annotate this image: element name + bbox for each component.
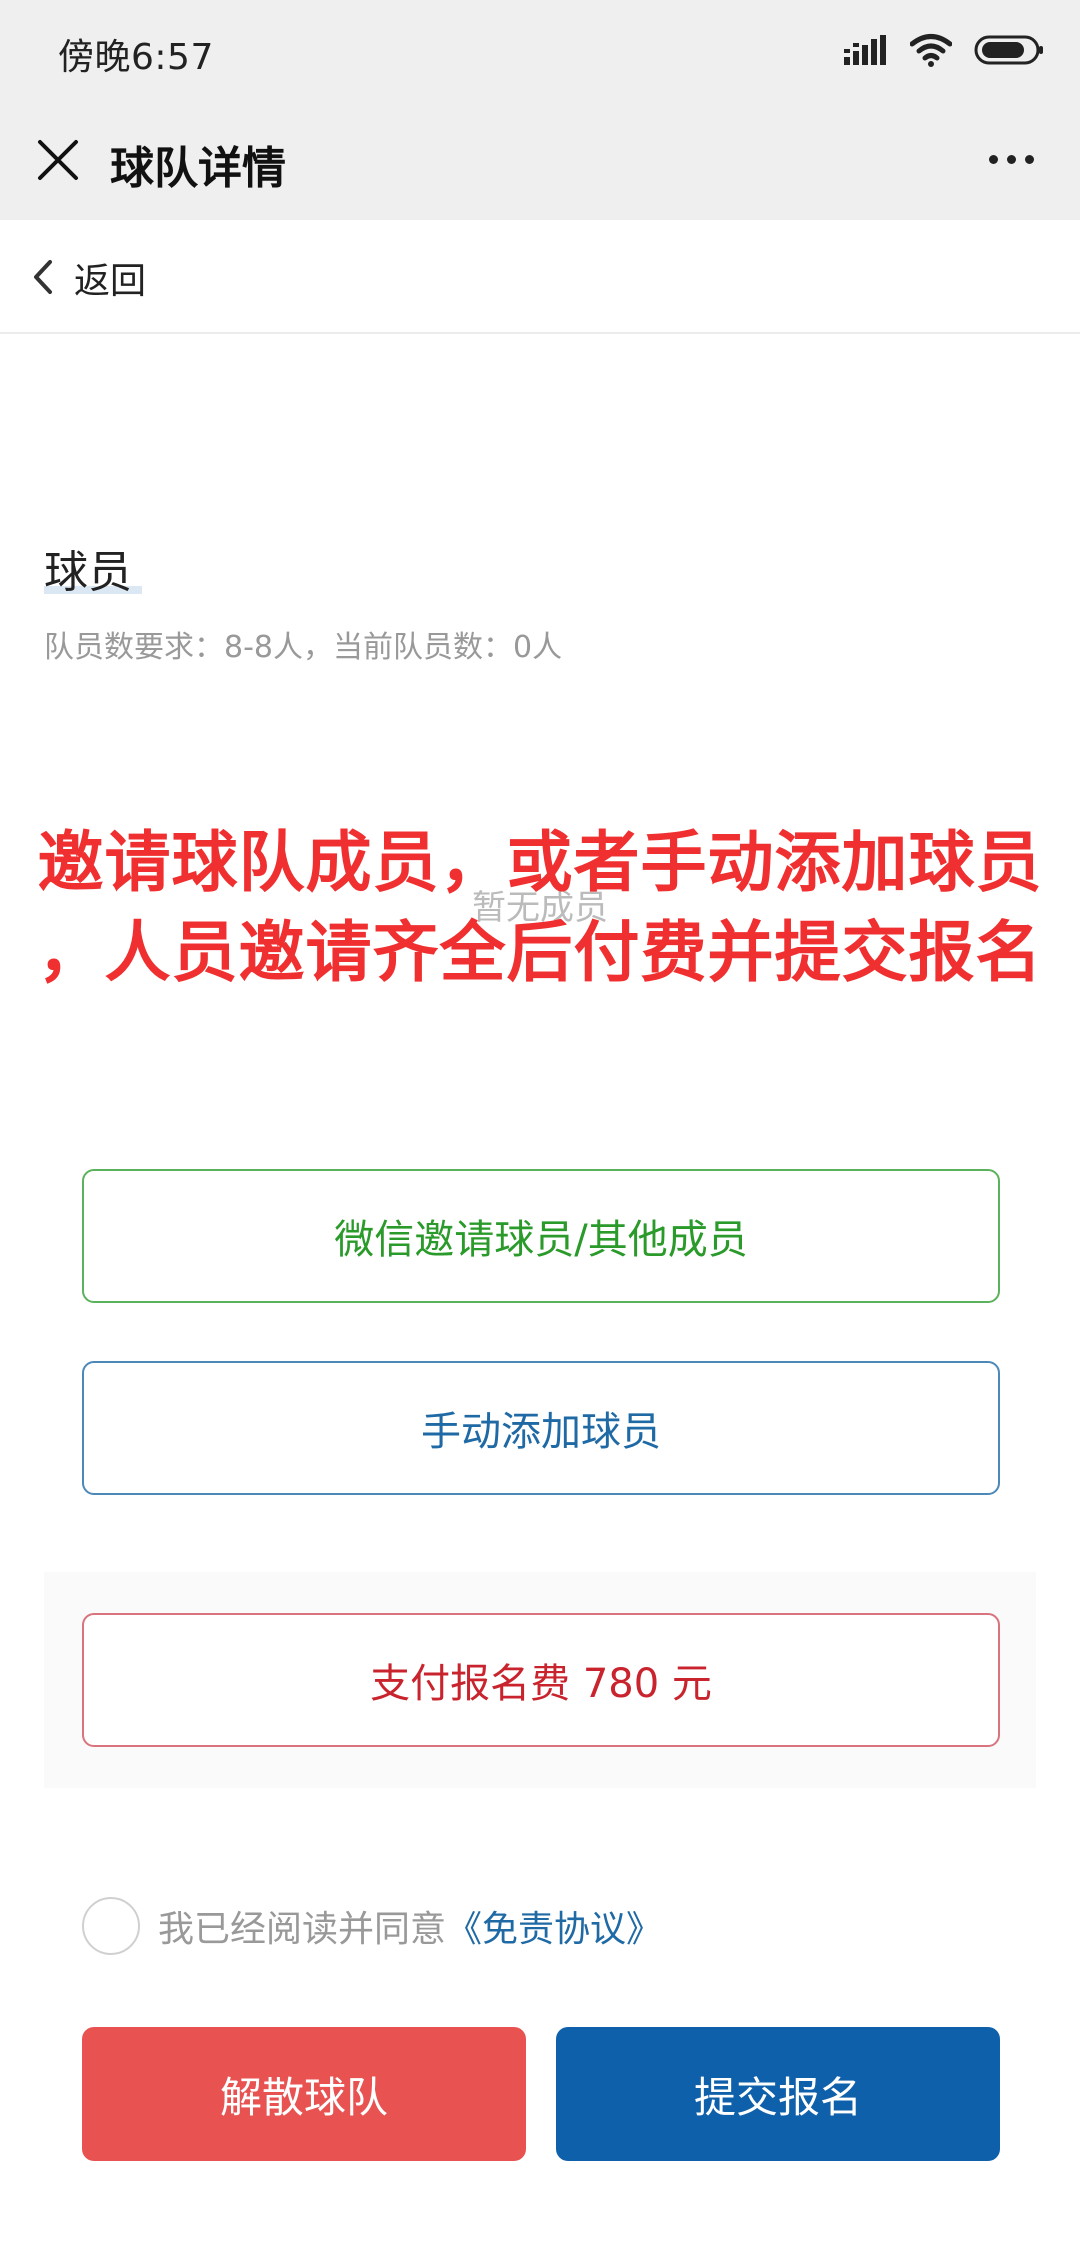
- annotation-line-2: ，人员邀请齐全后付费并提交报名: [37, 914, 1043, 991]
- close-button[interactable]: [28, 130, 88, 190]
- players-section-title: 球员: [44, 547, 132, 598]
- more-dot-icon: [1024, 154, 1034, 164]
- manual-add-player-button[interactable]: 手动添加球员: [82, 1361, 1000, 1495]
- agreement-checkbox[interactable]: [82, 1897, 140, 1955]
- battery-icon: [974, 35, 1043, 65]
- players-requirement: 队员数要求：8-8人，当前队员数：0人: [44, 630, 563, 665]
- close-icon: [38, 140, 78, 180]
- more-dot-icon: [988, 154, 998, 164]
- disband-team-button[interactable]: 解散球队: [82, 2027, 526, 2161]
- agreement-text: 我已经阅读并同意: [158, 1909, 447, 1950]
- status-bar: 傍晚6:57: [0, 0, 1080, 100]
- pay-fee-button[interactable]: 支付报名费 780 元: [82, 1613, 1000, 1747]
- back-chevron-icon[interactable]: [18, 250, 68, 304]
- page-title: 球队详情: [110, 143, 286, 194]
- wechat-invite-button[interactable]: 微信邀请球员/其他成员: [82, 1169, 1000, 1303]
- more-dot-icon: [1006, 154, 1016, 164]
- back-link[interactable]: 返回: [74, 252, 146, 304]
- submit-registration-button[interactable]: 提交报名: [556, 2027, 1000, 2161]
- app-header: 球队详情: [0, 100, 1080, 220]
- status-icons: [844, 28, 1044, 72]
- team-detail-page: 傍晚6:57 球队详情 返回 球员 队员数要求：8-8人，当前队员数：0人 暂无…: [0, 0, 1080, 2248]
- disclaimer-link[interactable]: 《免责协议》: [446, 1900, 662, 1952]
- back-bar: 返回: [0, 220, 1080, 334]
- instruction-annotation: 邀请球队成员，或者手动添加球员 ，人员邀请齐全后付费并提交报名: [0, 818, 1080, 998]
- signal-icon: [844, 35, 886, 65]
- agreement-row: 我已经阅读并同意 《免责协议》: [82, 1896, 662, 1956]
- more-button[interactable]: [976, 134, 1046, 184]
- annotation-line-1: 邀请球队成员，或者手动添加球员: [37, 824, 1043, 901]
- wifi-icon: [910, 34, 952, 67]
- status-time: 傍晚6:57: [58, 37, 214, 78]
